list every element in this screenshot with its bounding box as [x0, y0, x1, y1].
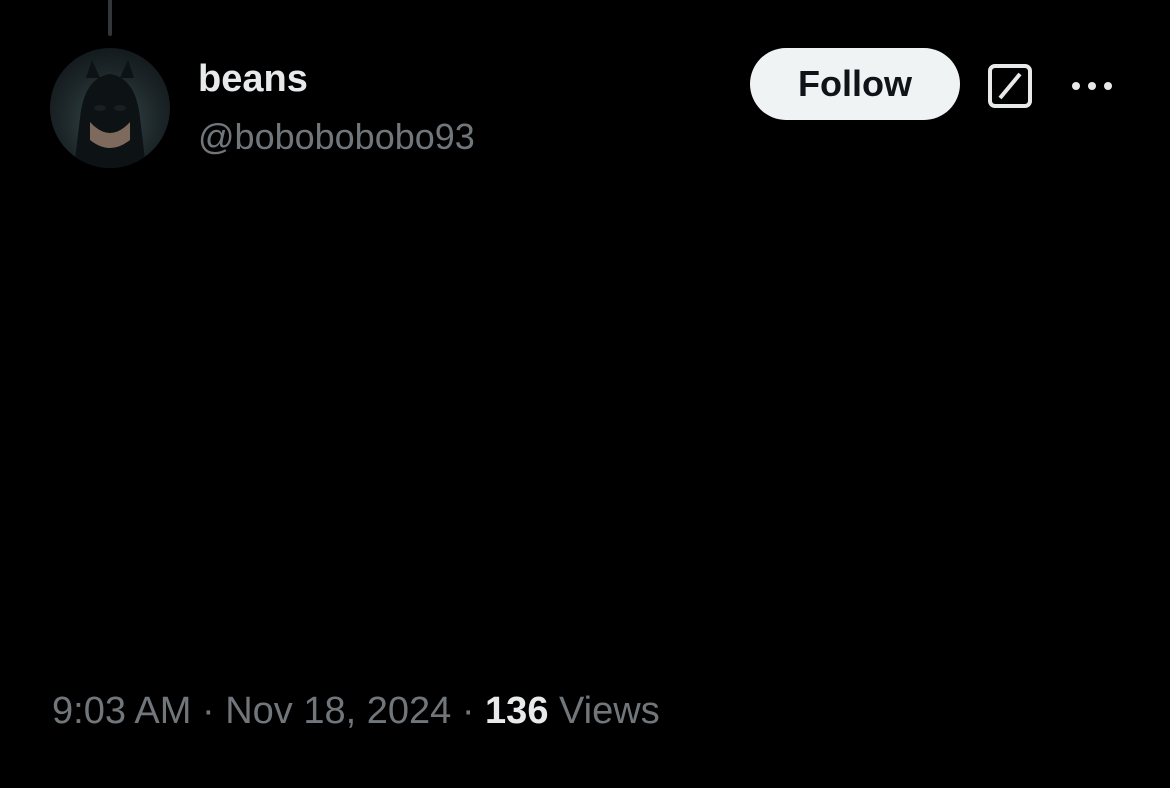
- tweet-date[interactable]: Nov 18, 2024: [225, 690, 451, 732]
- avatar-image: [74, 60, 146, 168]
- more-options-icon[interactable]: [1062, 66, 1122, 106]
- author-names: beans @bobobobobo93: [198, 56, 475, 160]
- avatar[interactable]: [50, 48, 170, 168]
- views-label[interactable]: Views: [559, 690, 660, 732]
- meta-separator: ·: [461, 690, 475, 732]
- user-handle[interactable]: @bobobobobo93: [198, 114, 475, 160]
- tweet-meta: 9:03 AM · Nov 18, 2024 · 136 Views: [52, 690, 660, 733]
- meta-separator: ·: [201, 690, 215, 732]
- tweet-header: beans @bobobobobo93 Follow: [50, 48, 1120, 168]
- views-count[interactable]: 136: [485, 690, 548, 732]
- display-name[interactable]: beans: [198, 56, 475, 102]
- follow-button[interactable]: Follow: [750, 48, 960, 120]
- tweet-time[interactable]: 9:03 AM: [52, 690, 191, 732]
- grok-icon[interactable]: [986, 62, 1034, 110]
- thread-connector-line: [108, 0, 112, 36]
